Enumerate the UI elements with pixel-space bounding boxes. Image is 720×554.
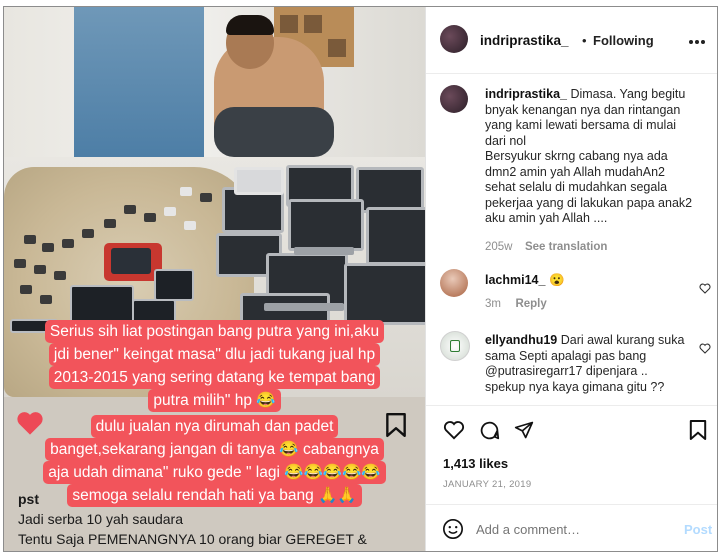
- comment-text-line: @putrasiregarr17 dipenjara ..: [485, 364, 648, 378]
- post-side-panel: indriprastika_ • Following indriprastika…: [425, 7, 717, 551]
- photo-laptop: [366, 207, 425, 265]
- caption-text-line: dari nol: [485, 133, 526, 148]
- caption-line: jdi bener" keingat masa" dlu jadi tukang…: [48, 343, 381, 366]
- photo-phone: [104, 219, 116, 228]
- caption-text-line: Dimasa. Yang begitu: [570, 87, 686, 101]
- caption-text-line: aku amin yah Allah ....: [485, 211, 608, 225]
- photo-laptop-base: [264, 303, 344, 311]
- like-heart-icon[interactable]: [443, 420, 465, 440]
- photo-phone: [14, 259, 26, 268]
- post-actions: [426, 405, 717, 456]
- caption-text-line: dmn2 amin yah Allah mudahAn2: [485, 164, 665, 179]
- avatar[interactable]: [440, 85, 468, 113]
- comment-text-line: spekup nya kaya gimana gitu ??: [485, 379, 665, 394]
- photo-laptop: [344, 263, 425, 325]
- caption-line: dulu jualan nya dirumah dan padet: [90, 415, 339, 438]
- comment: lachmi14_ 😮: [485, 273, 705, 289]
- emoji-smiley-icon[interactable]: [442, 518, 464, 540]
- comment-username[interactable]: lachmi14_: [485, 273, 545, 287]
- comment-text: 😮: [548, 273, 565, 287]
- following-button[interactable]: Following: [593, 33, 654, 48]
- avatar[interactable]: [440, 269, 468, 297]
- comment-input[interactable]: [474, 517, 648, 541]
- photo-phone: [200, 193, 212, 202]
- photo-phone: [40, 295, 52, 304]
- embedded-caption-line: Tentu Saja PEMENANGNYA 10 orang biar GER…: [18, 531, 367, 547]
- post-photo[interactable]: Serius sih liat postingan bang putra yan…: [4, 7, 425, 551]
- save-bookmark-icon[interactable]: [689, 419, 707, 441]
- photo-phone: [164, 207, 176, 216]
- photo-laptop-base: [294, 247, 354, 255]
- photo-phone: [184, 221, 196, 230]
- avatar[interactable]: [440, 331, 470, 361]
- embedded-caption-line: Jadi serba 10 yah saudara: [18, 511, 183, 527]
- instagram-post-window: Serius sih liat postingan bang putra yan…: [3, 6, 718, 552]
- embedded-username: pst: [18, 491, 39, 507]
- caption-text-line: yang kami lewati bersama di mulai: [485, 118, 677, 132]
- caption-meta: 205w See translation: [485, 237, 607, 255]
- comment-meta: 3m Reply: [485, 294, 547, 312]
- post-date: JANUARY 21, 2019: [443, 479, 532, 490]
- embedded-bookmark-icon: [386, 412, 406, 438]
- photo-tablet: [70, 285, 134, 325]
- caption-text-line: bnyak kenangan nya dan rintangan: [485, 102, 681, 117]
- caption-line: putra milih" hp 😂: [148, 389, 281, 412]
- photo-phone: [62, 239, 74, 248]
- caption-text-line: pekerjaa yang di lakukan papa anak2: [485, 195, 693, 210]
- comment-age: 3m: [485, 298, 501, 310]
- likes-count[interactable]: 1,413 likes: [443, 456, 508, 471]
- more-horizontal-icon[interactable]: [688, 39, 706, 45]
- comment-input-row: Post: [426, 504, 717, 551]
- photo-phone: [20, 285, 32, 294]
- photo-phone: [34, 265, 46, 274]
- photo-phone: [54, 271, 66, 280]
- photo-blue-wall: [74, 7, 204, 157]
- embedded-heart-icon: [17, 412, 43, 435]
- caption-text-line: Bersyukur skrng cabang nya ada: [485, 149, 668, 163]
- photo-tablet: [154, 269, 194, 301]
- photo-phone: [144, 213, 156, 222]
- post-caption: indriprastika_ Dimasa. Yang begitu bnyak…: [485, 87, 705, 227]
- photo-laptop: [234, 167, 284, 195]
- header-separator: •: [582, 33, 587, 48]
- photo-phone: [24, 235, 36, 244]
- caption-age: 205w: [485, 241, 513, 253]
- photo-phone: [180, 187, 192, 196]
- caption-line: banget,sekarang jangan di tanya 😂 cabang…: [45, 438, 384, 461]
- share-paper-plane-icon[interactable]: [514, 420, 534, 440]
- post-header: indriprastika_ • Following: [426, 7, 717, 74]
- photo-tablet: [111, 248, 151, 274]
- caption-line: aja udah dimana" ruko gede " lagi 😂😂😂😂😂: [43, 461, 386, 484]
- comment-bubble-icon[interactable]: [479, 420, 500, 441]
- comment-text-line: Dari awal kurang suka: [560, 333, 685, 347]
- post-comment-button[interactable]: Post: [684, 522, 712, 537]
- comment-username[interactable]: ellyandhu19: [485, 333, 557, 347]
- reply-button[interactable]: Reply: [515, 298, 546, 310]
- see-translation-link[interactable]: See translation: [525, 241, 607, 253]
- photo-laptop: [288, 199, 364, 251]
- photo-phone: [82, 229, 94, 238]
- header-username[interactable]: indriprastika_: [480, 33, 569, 48]
- caption-line: 2013-2015 yang sering datang ke tempat b…: [48, 366, 381, 389]
- comment-text-line: sama Septi apalagi pas bang: [485, 348, 647, 363]
- comment-like-heart-icon[interactable]: [699, 283, 711, 294]
- photo-phone: [124, 205, 136, 214]
- caption-text-line: sehat selalu di mudahkan segala: [485, 180, 668, 194]
- caption-line: semoga selalu rendah hati ya bang 🙏🙏: [67, 484, 362, 507]
- caption-line: Serius sih liat postingan bang putra yan…: [44, 320, 385, 343]
- caption-username[interactable]: indriprastika_: [485, 87, 567, 101]
- photo-phone: [42, 243, 54, 252]
- comment-like-heart-icon[interactable]: [699, 343, 711, 354]
- photo-person-hair: [226, 15, 274, 35]
- comment: ellyandhu19 Dari awal kurang suka sama S…: [485, 333, 705, 395]
- avatar[interactable]: [440, 25, 468, 53]
- photo-person-shorts: [214, 107, 334, 157]
